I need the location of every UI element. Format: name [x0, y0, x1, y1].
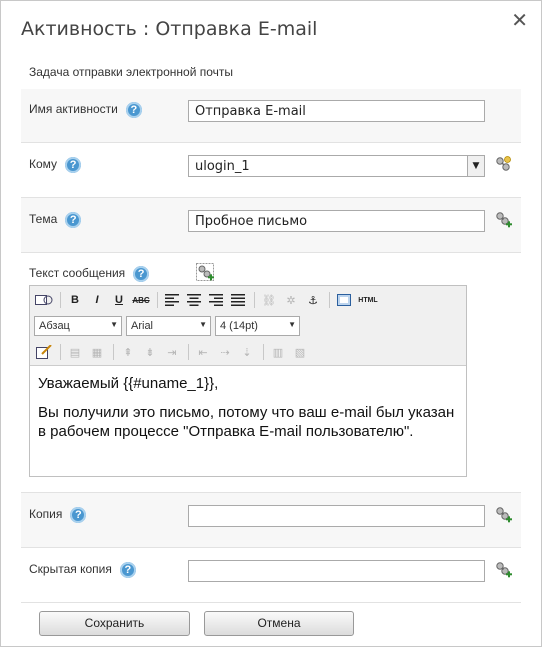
align-left-icon[interactable]: [162, 290, 182, 310]
help-icon[interactable]: ?: [65, 157, 82, 173]
plugin-add-icon[interactable]: [494, 210, 512, 228]
message-label: Текст сообщения: [29, 266, 126, 281]
chevron-down-icon: ▼: [199, 320, 207, 329]
dialog-title: Активность : Отправка E-mail: [21, 18, 318, 40]
rich-text-editor: B I U ABC ⛓ ✲ ⚓ HTML Абзац ▼ Arial ▼ 4 (…: [29, 285, 467, 477]
plugin-add-icon[interactable]: [494, 505, 512, 523]
editor-content[interactable]: Уважаемый {{#uname_1}}, Вы получили это …: [30, 366, 466, 459]
bcc-input[interactable]: [188, 560, 485, 582]
align-center-icon[interactable]: [184, 290, 204, 310]
subject-label: Тема: [29, 212, 58, 227]
plugin-add-icon[interactable]: [196, 263, 214, 281]
format-select[interactable]: Абзац ▼: [34, 316, 122, 336]
close-icon[interactable]: ✕: [511, 11, 528, 31]
table-icon[interactable]: ▤: [65, 342, 85, 362]
save-button[interactable]: Сохранить: [39, 611, 190, 636]
bold-button[interactable]: B: [65, 290, 85, 310]
underline-button[interactable]: U: [109, 290, 129, 310]
italic-button[interactable]: I: [87, 290, 107, 310]
help-icon[interactable]: ?: [133, 266, 150, 282]
insert-col-before-icon[interactable]: ⇤: [193, 342, 213, 362]
unlink-icon[interactable]: ✲: [281, 290, 301, 310]
delete-row-icon[interactable]: ⇥: [162, 342, 182, 362]
chevron-down-icon: ▼: [288, 320, 296, 329]
row-subject: Тема?: [21, 198, 521, 253]
cancel-button[interactable]: Отмена: [204, 611, 354, 636]
editor-toolbar: B I U ABC ⛓ ✲ ⚓ HTML Абзац ▼ Arial ▼ 4 (…: [30, 286, 466, 366]
delete-col-icon[interactable]: ⇣: [237, 342, 257, 362]
cc-label: Копия: [29, 507, 63, 522]
insert-row-after-icon[interactable]: ⇟: [140, 342, 160, 362]
activity-dialog: Активность : Отправка E-mail ✕ Задача от…: [0, 0, 542, 647]
message-line: Вы получили это письмо, потому что ваш e…: [38, 404, 455, 440]
anchor-icon[interactable]: ⚓: [303, 290, 323, 310]
toggle-view-icon[interactable]: [34, 290, 54, 310]
section-title: Задача отправки электронной почты: [29, 65, 234, 79]
plugin-add-icon[interactable]: [494, 560, 512, 578]
fullscreen-icon[interactable]: [334, 290, 354, 310]
split-cells-icon[interactable]: ▧: [290, 342, 310, 362]
chevron-down-icon[interactable]: ▼: [467, 156, 484, 176]
help-icon[interactable]: ?: [125, 102, 142, 118]
cc-input[interactable]: [188, 505, 485, 527]
format-select-value: Абзац: [39, 320, 70, 332]
insert-row-before-icon[interactable]: ⇞: [118, 342, 138, 362]
row-to: Кому? ulogin_1 ▼: [21, 143, 521, 198]
edit-style-icon[interactable]: [34, 342, 54, 362]
to-label: Кому: [29, 157, 58, 172]
link-icon[interactable]: ⛓: [259, 290, 279, 310]
activity-name-label: Имя активности: [29, 102, 118, 117]
subject-input[interactable]: [188, 210, 485, 232]
align-right-icon[interactable]: [206, 290, 226, 310]
row-bcc: Скрытая копия?: [21, 548, 521, 603]
message-line: Уважаемый {{#uname_1}},: [38, 375, 219, 392]
to-select[interactable]: ulogin_1 ▼: [188, 155, 485, 177]
row-cc: Копия?: [21, 493, 521, 548]
html-source-button[interactable]: HTML: [356, 290, 380, 310]
font-select-value: Arial: [131, 320, 154, 332]
font-select[interactable]: Arial ▼: [126, 316, 211, 336]
chevron-down-icon: ▼: [110, 320, 118, 329]
help-icon[interactable]: ?: [65, 212, 82, 228]
plugin-link-icon[interactable]: [494, 155, 512, 173]
help-icon[interactable]: ?: [70, 507, 87, 523]
align-justify-icon[interactable]: [228, 290, 248, 310]
help-icon[interactable]: ?: [119, 562, 136, 578]
strikethrough-button[interactable]: ABC: [131, 290, 151, 310]
insert-col-after-icon[interactable]: ⇢: [215, 342, 235, 362]
row-message: Текст сообщения? B I U ABC ⛓ ✲ ⚓ HTML Аб…: [21, 253, 521, 493]
row-activity-name: Имя активности?: [21, 89, 521, 143]
to-selected-value: ulogin_1: [195, 159, 250, 174]
merge-cells-icon[interactable]: ▥: [268, 342, 288, 362]
font-size-select-value: 4 (14pt): [220, 320, 258, 332]
font-size-select[interactable]: 4 (14pt) ▼: [215, 316, 300, 336]
table-props-icon[interactable]: ▦: [87, 342, 107, 362]
activity-name-input[interactable]: [188, 100, 485, 122]
bcc-label: Скрытая копия: [29, 562, 112, 577]
